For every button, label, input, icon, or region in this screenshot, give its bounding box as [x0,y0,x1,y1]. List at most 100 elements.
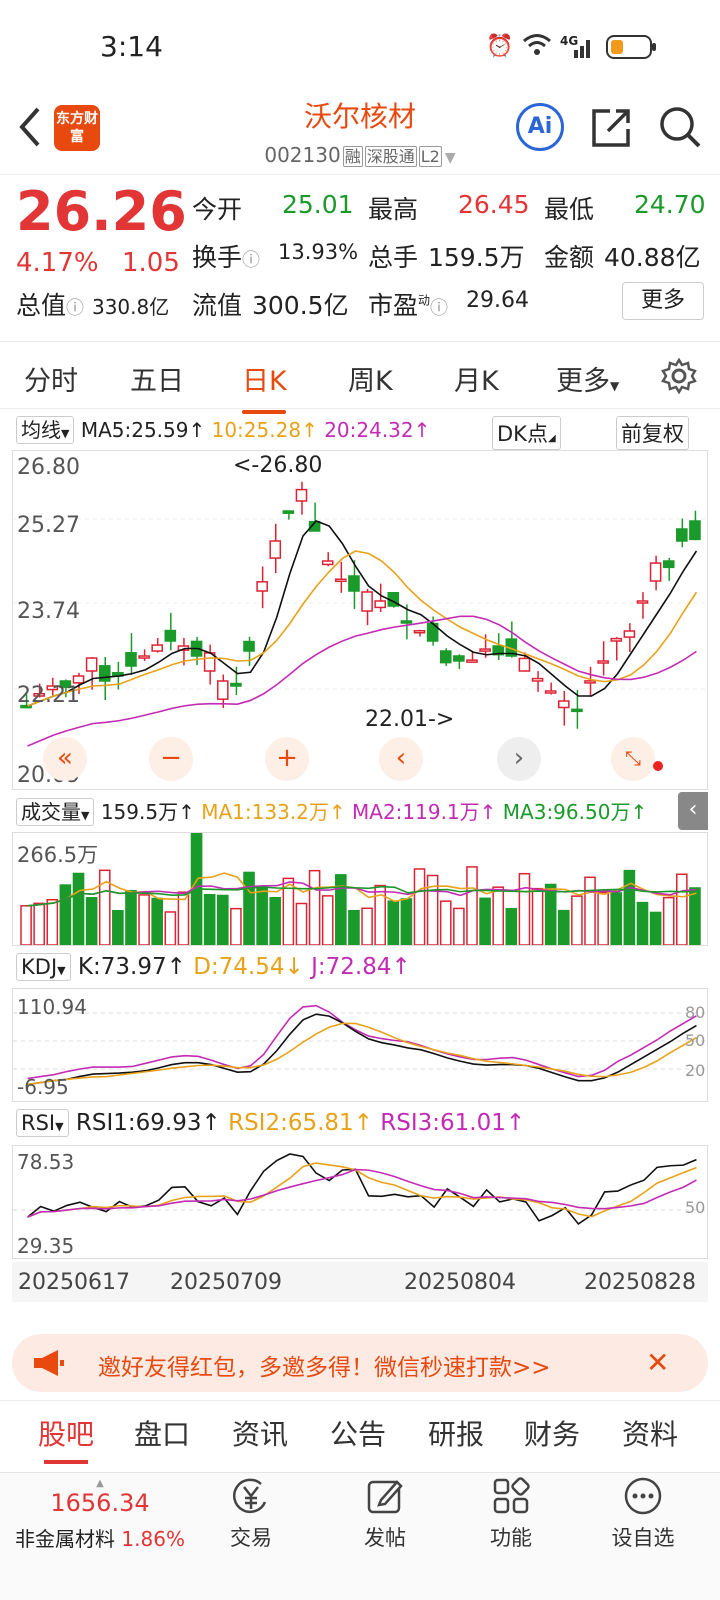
notification-dot [653,761,663,771]
amount-value: 40.88亿 [604,243,701,272]
app-logo-text: 东方财富 [56,111,98,145]
share-icon[interactable] [590,105,632,153]
ma20-arrow: ↑ [413,418,431,442]
kdj-y-top: 110.94 [17,995,87,1019]
rsi-level-50: 50 [685,1198,706,1217]
settings-icon[interactable] [660,357,698,399]
rsi-y-bottom: 29.35 [17,1234,75,1258]
tab-order-book[interactable]: 盘口 [134,1413,190,1453]
tab-forum[interactable]: 股吧 [38,1413,94,1453]
rsi-indicator-select[interactable]: RSI▼ [16,1109,69,1137]
rsi-legend: RSI▼ RSI1:69.93↑ RSI2:65.81↑ RSI3:61.01↑ [16,1109,525,1137]
candle-body [413,630,426,634]
tab-weekly-k[interactable]: 周K [348,359,393,398]
y-label-4: 22.21 [17,683,80,708]
candle-body [216,680,229,700]
tab-research[interactable]: 研报 [428,1413,484,1453]
dropdown-icon[interactable]: ▼ [445,150,456,166]
volume-bar [138,894,150,945]
vol-ma3: MA3:96.50万 [502,800,631,824]
rsi-y-top: 78.53 [17,1150,75,1174]
rsi1-line [27,1153,697,1226]
tab-monthly-k[interactable]: 月K [454,359,499,398]
kdj-indicator-select[interactable]: KDJ▼ [16,953,71,981]
more-button[interactable]: 更多 [622,282,704,320]
volume-bar [20,905,32,945]
scroll-far-left-icon[interactable]: « [43,737,87,781]
volume-bar [689,887,701,945]
volume-indicator-select[interactable]: 成交量▼ [16,798,95,826]
stock-name[interactable]: 沃尔核材 [200,95,520,135]
candle-body [125,652,137,667]
volume-bar [125,890,137,945]
total-value: 330.8亿 [91,295,170,319]
more-dots-icon [624,1477,662,1515]
period-tabs: 分时 五日 日K 周K 月K 更多▼ [0,343,720,409]
tag-margin: 融 [342,146,363,167]
volume-bar [216,894,229,945]
scroll-right-icon[interactable]: › [497,737,541,781]
volume-bar [72,872,85,945]
ai-button[interactable]: Ai [516,103,564,151]
tab-daily-k[interactable]: 日K [242,359,287,398]
candle-body [164,629,177,642]
back-icon[interactable] [14,105,46,153]
trade-button[interactable]: 交易 [196,1476,306,1552]
dk-point-button[interactable]: DK点◢ [492,416,561,450]
tab-profile[interactable]: 资料 [622,1413,678,1453]
volume-bar [230,907,242,945]
zoom-out-icon[interactable]: − [149,737,193,781]
volume-svg [20,833,701,945]
tab-intraday[interactable]: 分时 [24,359,78,398]
functions-button[interactable]: 功能 [456,1476,566,1552]
vol-ma1: MA1:133.2万 [201,800,329,824]
banner-text: 邀好友得红包，多邀多得！微信秒速打款>> [98,1355,551,1381]
rsi1: RSI1:69.93 [75,1110,202,1136]
close-icon[interactable]: ✕ [646,1346,669,1379]
low-value: 24.70 [634,190,706,219]
tab-more[interactable]: 更多▼ [556,359,619,398]
candle-chart[interactable]: 26.80 25.27 23.74 22.21 20.69 <-26.80 22… [12,450,708,790]
edit-icon [367,1480,403,1514]
kdj-level-20: 20 [685,1061,706,1080]
promo-banner[interactable]: 邀好友得红包，多邀多得！微信秒速打款>> ✕ [12,1334,708,1392]
sector-index[interactable]: ▲ 1656.34 非金属材料 1.86% [0,1478,200,1552]
tab-news[interactable]: 资讯 [232,1413,288,1453]
volume-bar [636,901,649,945]
volume-bar [453,907,465,945]
post-button[interactable]: 发帖 [330,1476,440,1552]
tab-announcements[interactable]: 公告 [330,1413,386,1453]
candle-body [282,510,295,514]
volume-bar [584,876,596,945]
ma5-line [27,520,698,707]
candle-body [230,682,242,687]
candle-body [584,680,596,684]
candle-body [676,528,688,542]
candle-body [662,560,675,569]
kdj-chart: 110.94 -6.95 80 50 20 [12,988,708,1102]
kdj-d-arrow: ↓ [284,954,304,980]
quote-panel: 26.26 4.17% 1.05 总值ⓘ 330.8亿 今开 25.01 最高 … [0,176,720,342]
vol-ma2-arrow: ↑ [479,800,497,824]
zoom-in-icon[interactable]: + [265,737,309,781]
volume-bar [662,896,675,945]
tab-five-day[interactable]: 五日 [130,359,184,398]
float-label: 流值 [192,291,243,320]
pe-label: 市盈动ⓘ [368,291,449,320]
add-watchlist-button[interactable]: 设自选 [588,1476,698,1552]
adjust-button[interactable]: 前复权 [616,416,689,450]
fullscreen-icon[interactable]: ⤡ [611,737,655,781]
search-icon[interactable] [658,105,702,153]
kdj-k-arrow: ↑ [166,954,186,980]
rsi-chart: 78.53 29.35 50 [12,1145,708,1259]
candle-body [348,575,360,592]
candle-body [571,708,583,713]
nav-bar: 东方财富 沃尔核材 002130 融深股通 L2 ▼ Ai [0,95,720,175]
volume-bar [295,902,308,945]
scroll-left-icon[interactable]: ‹ [379,737,423,781]
candle-body [479,648,491,652]
collapse-panel-icon[interactable]: ‹ [678,792,708,830]
ma-indicator-select[interactable]: 均线▼ [16,416,75,444]
tab-financials[interactable]: 财务 [524,1413,580,1453]
volume-bar [676,873,688,945]
